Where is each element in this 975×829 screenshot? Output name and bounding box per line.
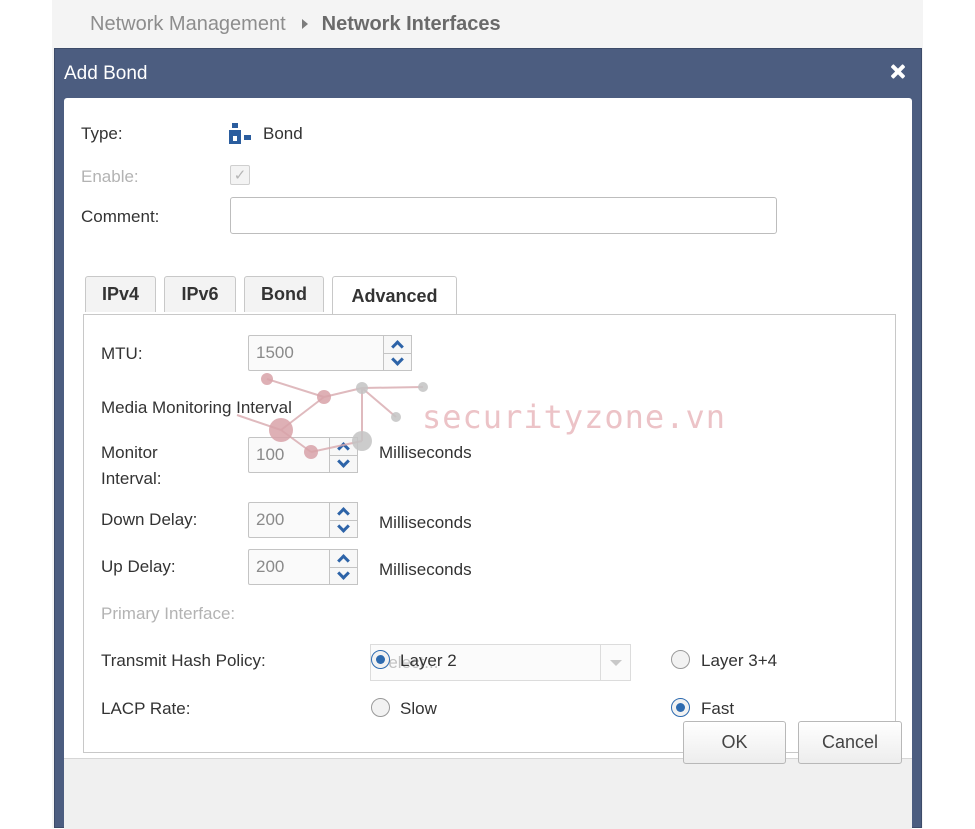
down-delay-unit: Milliseconds bbox=[379, 513, 472, 532]
radio-layer2[interactable] bbox=[371, 650, 390, 669]
add-bond-dialog: Add Bond Type: Bond Enable: ✓ Comment: I… bbox=[54, 48, 922, 829]
mtu-increment-button[interactable] bbox=[384, 336, 411, 354]
transmit-hash-label: Transmit Hash Policy: bbox=[101, 651, 266, 670]
chevron-down-icon bbox=[337, 519, 350, 533]
comment-label: Comment: bbox=[81, 207, 160, 226]
tab-advanced[interactable]: Advanced bbox=[332, 276, 457, 315]
chevron-up-icon bbox=[337, 554, 350, 568]
radio-slow[interactable] bbox=[371, 698, 390, 717]
type-label: Type: bbox=[81, 124, 123, 143]
ok-button[interactable]: OK bbox=[683, 721, 786, 764]
primary-interface-label: Primary Interface: bbox=[101, 604, 236, 623]
down-delay-label: Down Delay: bbox=[101, 510, 198, 529]
dialog-footer bbox=[64, 758, 912, 829]
radio-layer34-label[interactable]: Layer 3+4 bbox=[701, 651, 777, 671]
chevron-up-icon bbox=[337, 507, 350, 521]
tab-bar: IPv4 IPv6 Bond Advanced bbox=[85, 276, 465, 315]
breadcrumb-parent[interactable]: Network Management bbox=[90, 13, 286, 36]
monitor-interval-label-line2: Interval: bbox=[101, 469, 162, 488]
down-delay-stepper[interactable]: 200 bbox=[248, 502, 358, 538]
mtu-label: MTU: bbox=[101, 344, 143, 363]
enable-checkbox: ✓ bbox=[230, 165, 250, 185]
type-value: Bond bbox=[263, 124, 303, 143]
radio-fast-label[interactable]: Fast bbox=[701, 699, 734, 719]
dialog-title: Add Bond bbox=[64, 63, 148, 84]
radio-layer2-label[interactable]: Layer 2 bbox=[400, 651, 457, 671]
up-delay-stepper[interactable]: 200 bbox=[248, 549, 358, 585]
watermark-text: securityzone.vn bbox=[422, 398, 726, 436]
comment-input[interactable] bbox=[230, 197, 777, 234]
monitor-interval-label-line1: Monitor bbox=[101, 443, 158, 462]
dialog-titlebar: Add Bond bbox=[55, 49, 921, 99]
tab-ipv6[interactable]: IPv6 bbox=[164, 276, 236, 312]
radio-fast[interactable] bbox=[671, 698, 690, 717]
advanced-panel bbox=[83, 314, 896, 753]
up-delay-decrement-button[interactable] bbox=[330, 566, 357, 585]
bond-icon bbox=[229, 123, 251, 144]
breadcrumb-separator-icon bbox=[301, 19, 308, 29]
cancel-button[interactable]: Cancel bbox=[798, 721, 902, 764]
up-delay-unit: Milliseconds bbox=[379, 560, 472, 579]
up-delay-label: Up Delay: bbox=[101, 557, 176, 576]
lacp-rate-label: LACP Rate: bbox=[101, 699, 191, 718]
down-delay-increment-button[interactable] bbox=[330, 503, 357, 521]
breadcrumb: Network Management Network Interfaces bbox=[90, 10, 501, 38]
enable-label: Enable: bbox=[81, 167, 139, 186]
close-icon[interactable] bbox=[887, 61, 909, 83]
chevron-down-icon bbox=[337, 566, 350, 580]
tab-bond[interactable]: Bond bbox=[244, 276, 324, 312]
tab-ipv4[interactable]: IPv4 bbox=[85, 276, 156, 312]
chevron-down-icon bbox=[609, 659, 622, 666]
down-delay-value[interactable]: 200 bbox=[248, 502, 330, 538]
up-delay-value[interactable]: 200 bbox=[248, 549, 330, 585]
up-delay-increment-button[interactable] bbox=[330, 550, 357, 568]
chevron-up-icon bbox=[391, 340, 404, 354]
radio-slow-label[interactable]: Slow bbox=[400, 699, 437, 719]
radio-layer34[interactable] bbox=[671, 650, 690, 669]
down-delay-decrement-button[interactable] bbox=[330, 519, 357, 538]
breadcrumb-current: Network Interfaces bbox=[321, 12, 501, 35]
chevron-down-icon bbox=[391, 352, 404, 366]
